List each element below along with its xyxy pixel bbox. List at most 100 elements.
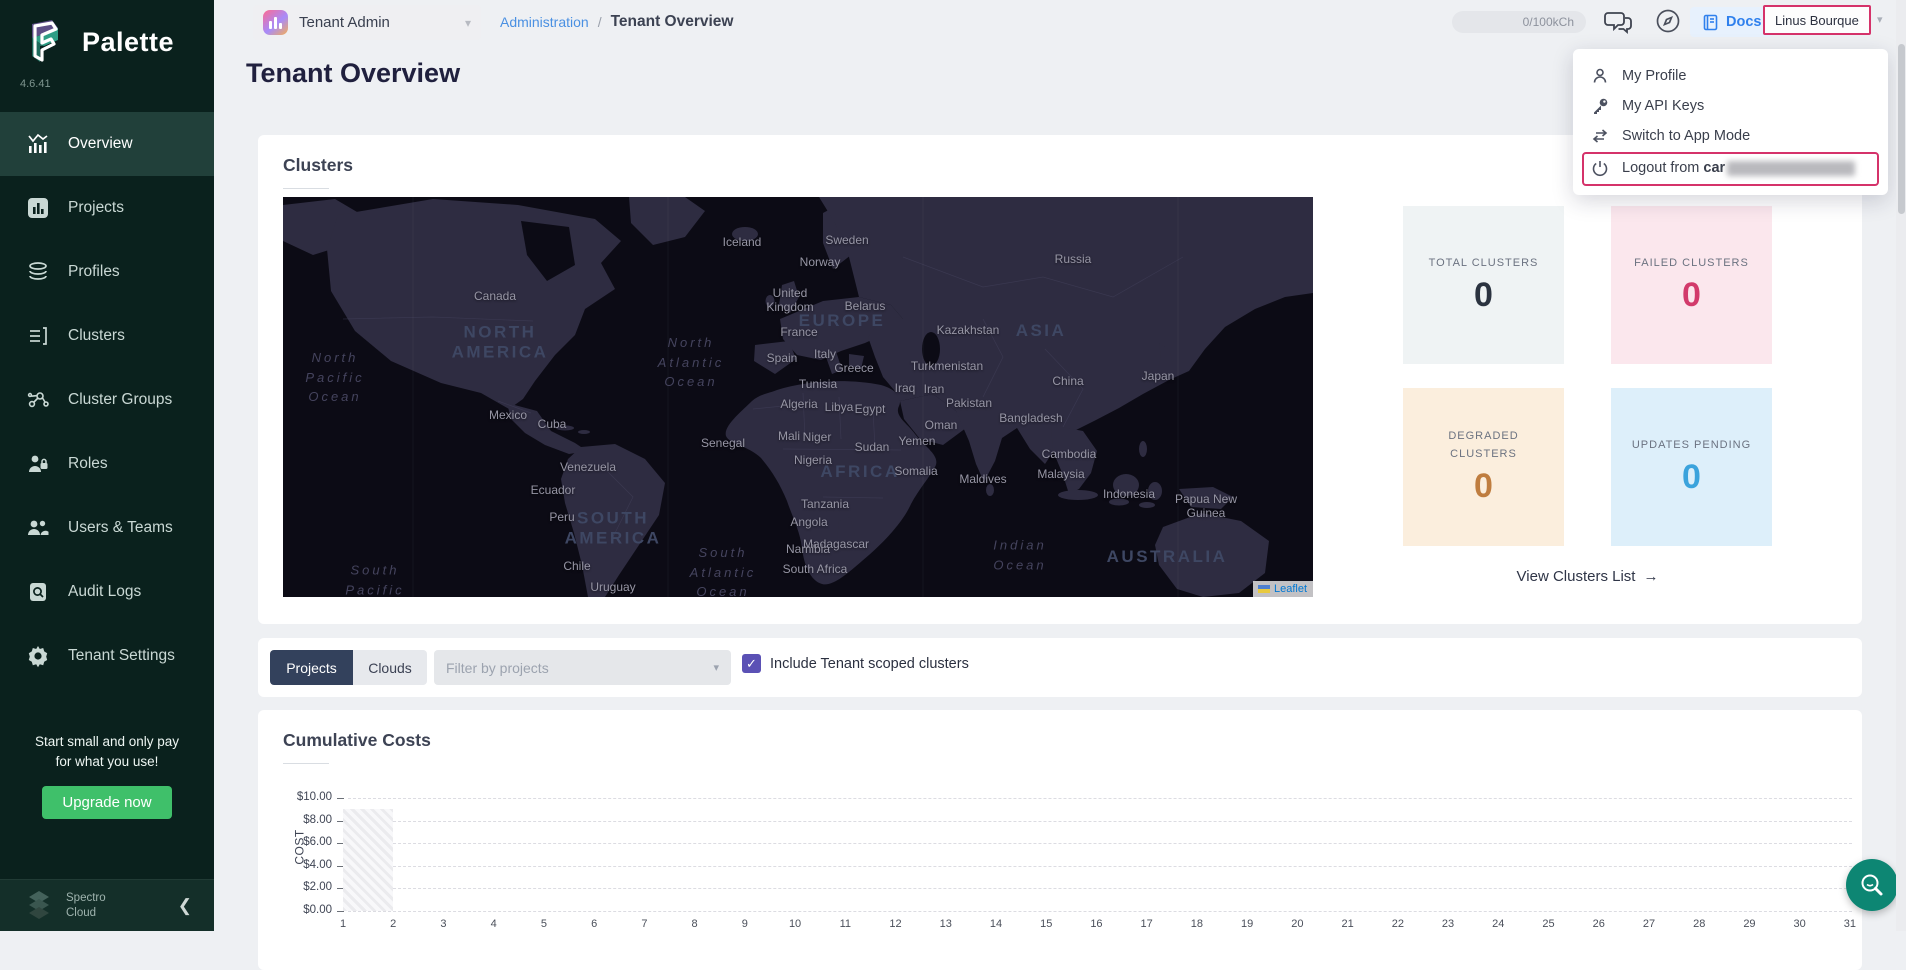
menu-item-label: My Profile xyxy=(1622,68,1686,84)
x-tick-label: 19 xyxy=(1235,918,1259,930)
sidebar-item-cluster-groups[interactable]: Cluster Groups xyxy=(0,368,214,432)
sidebar-item-audit-logs[interactable]: Audit Logs xyxy=(0,560,214,624)
clusters-card-title: Clusters xyxy=(283,155,353,176)
gridline xyxy=(348,888,1852,889)
sidebar-item-label: Audit Logs xyxy=(68,583,141,601)
sidebar-item-label: Users & Teams xyxy=(68,519,173,537)
world-map[interactable]: IcelandSwedenNorwayRussiaCanadaUnited Ki… xyxy=(283,197,1313,597)
sidebar-item-projects[interactable]: Projects xyxy=(0,176,214,240)
ukraine-flag-icon xyxy=(1258,585,1270,593)
gridline xyxy=(348,866,1852,867)
help-search-fab[interactable] xyxy=(1846,859,1898,911)
x-tick-label: 4 xyxy=(482,918,506,930)
chevron-down-icon: ▾ xyxy=(465,16,471,30)
x-tick-label: 28 xyxy=(1687,918,1711,930)
menu-item-switch-to-app-mode[interactable]: Switch to App Mode xyxy=(1591,121,1750,151)
divider xyxy=(283,188,329,189)
sidebar-item-roles[interactable]: Roles xyxy=(0,432,214,496)
docs-button[interactable]: Docs xyxy=(1690,7,1773,37)
breadcrumb-current: Tenant Overview xyxy=(611,13,734,31)
y-tick-label: $2.00 xyxy=(270,881,332,893)
x-tick-label: 16 xyxy=(1084,918,1108,930)
x-tick-label: 1 xyxy=(331,918,355,930)
compass-help-icon[interactable] xyxy=(1655,8,1681,34)
tenant-scoped-checkbox-row[interactable]: ✓ Include Tenant scoped clusters xyxy=(742,654,969,673)
stat-card-degraded-clusters: DEGRADED CLUSTERS0 xyxy=(1403,388,1564,546)
stat-value: 0 xyxy=(1682,458,1701,497)
promo-line-1: Start small and only pay xyxy=(0,732,214,752)
sidebar-nav: Overview Projects Profiles Clusters Cluster … xyxy=(0,112,214,688)
user-chevron-down-icon[interactable]: ▾ xyxy=(1877,13,1883,26)
overview-chart-icon xyxy=(26,132,50,156)
cluster-groups-icon xyxy=(26,388,50,412)
scrollbar-thumb[interactable] xyxy=(1898,44,1905,214)
sidebar-item-tenant-settings[interactable]: Tenant Settings xyxy=(0,624,214,688)
sidebar-item-profiles[interactable]: Profiles xyxy=(0,240,214,304)
x-tick-label: 31 xyxy=(1838,918,1862,930)
clusters-card: Clusters xyxy=(258,135,1862,624)
x-tick-label: 26 xyxy=(1587,918,1611,930)
x-tick-label: 20 xyxy=(1285,918,1309,930)
sidebar-item-label: Overview xyxy=(68,135,133,153)
chevron-down-icon: ▾ xyxy=(713,661,719,674)
view-clusters-list-link[interactable]: View Clusters List→ xyxy=(1403,568,1772,585)
x-tick-label: 21 xyxy=(1336,918,1360,930)
magnifier-smile-icon xyxy=(1859,872,1885,898)
x-tick-label: 13 xyxy=(934,918,958,930)
x-tick-label: 10 xyxy=(783,918,807,930)
sidebar-item-label: Clusters xyxy=(68,327,125,345)
audit-logs-icon xyxy=(26,580,50,604)
sidebar-item-overview[interactable]: Overview xyxy=(0,112,214,176)
stat-label: DEGRADED CLUSTERS xyxy=(1424,428,1544,463)
palette-logo-icon xyxy=(18,16,70,68)
y-tick-label: $10.00 xyxy=(270,791,332,803)
menu-item-my-api-keys[interactable]: My API Keys xyxy=(1591,91,1704,121)
tab-clouds[interactable]: Clouds xyxy=(353,650,427,685)
breadcrumb-separator: / xyxy=(598,14,602,30)
breadcrumb-administration[interactable]: Administration xyxy=(500,14,589,30)
tenant-admin-icon xyxy=(263,10,288,35)
stat-label: UPDATES PENDING xyxy=(1632,437,1751,455)
checkbox-label: Include Tenant scoped clusters xyxy=(770,656,969,672)
leaflet-attribution[interactable]: Leaflet xyxy=(1253,581,1313,597)
x-tick-label: 11 xyxy=(833,918,857,930)
x-tick-label: 30 xyxy=(1788,918,1812,930)
vertical-scrollbar xyxy=(1896,0,1906,931)
gridline xyxy=(348,798,1852,799)
x-tick-label: 7 xyxy=(632,918,656,930)
sidebar-item-label: Projects xyxy=(68,199,124,217)
x-tick-label: 8 xyxy=(683,918,707,930)
sidebar: Palette 4.6.41 OverviewProjectsProfilesC… xyxy=(0,0,214,931)
book-icon xyxy=(1702,14,1719,31)
docs-label: Docs xyxy=(1726,14,1761,30)
x-tick-label: 22 xyxy=(1386,918,1410,930)
sidebar-item-users-teams[interactable]: Users & Teams xyxy=(0,496,214,560)
y-tick-label: $8.00 xyxy=(270,814,332,826)
checkbox-checked-icon[interactable]: ✓ xyxy=(742,654,761,673)
scope-selector[interactable]: Tenant Admin ▾ xyxy=(253,5,481,40)
x-tick-label: 12 xyxy=(884,918,908,930)
projects-icon xyxy=(26,196,50,220)
x-tick-label: 2 xyxy=(381,918,405,930)
page-title: Tenant Overview xyxy=(246,58,460,89)
user-menu-button[interactable]: Linus Bourque xyxy=(1763,5,1871,35)
sidebar-collapse-chevron[interactable]: ❮ xyxy=(178,896,192,916)
y-tick-label: $0.00 xyxy=(270,904,332,916)
spectro-cloud-logo-icon xyxy=(22,891,56,921)
stat-card-updates-pending: UPDATES PENDING 0 xyxy=(1611,388,1772,546)
tab-projects[interactable]: Projects xyxy=(270,650,353,685)
upgrade-now-button[interactable]: Upgrade now xyxy=(42,786,171,819)
highlight-logout-annotation xyxy=(1582,152,1879,186)
roles-icon xyxy=(26,452,50,476)
y-tick-mark xyxy=(337,798,344,799)
sidebar-item-clusters[interactable]: Clusters xyxy=(0,304,214,368)
x-tick-label: 18 xyxy=(1185,918,1209,930)
scope-selector-value: Tenant Admin xyxy=(299,14,390,31)
menu-item-my-profile[interactable]: My Profile xyxy=(1591,61,1686,91)
x-tick-label: 29 xyxy=(1737,918,1761,930)
chat-bubbles-icon[interactable] xyxy=(1603,8,1633,36)
x-tick-label: 23 xyxy=(1436,918,1460,930)
sidebar-item-label: Roles xyxy=(68,455,108,473)
key-icon xyxy=(1591,97,1609,115)
filter-by-projects-select[interactable]: Filter by projects ▾ xyxy=(434,650,731,685)
